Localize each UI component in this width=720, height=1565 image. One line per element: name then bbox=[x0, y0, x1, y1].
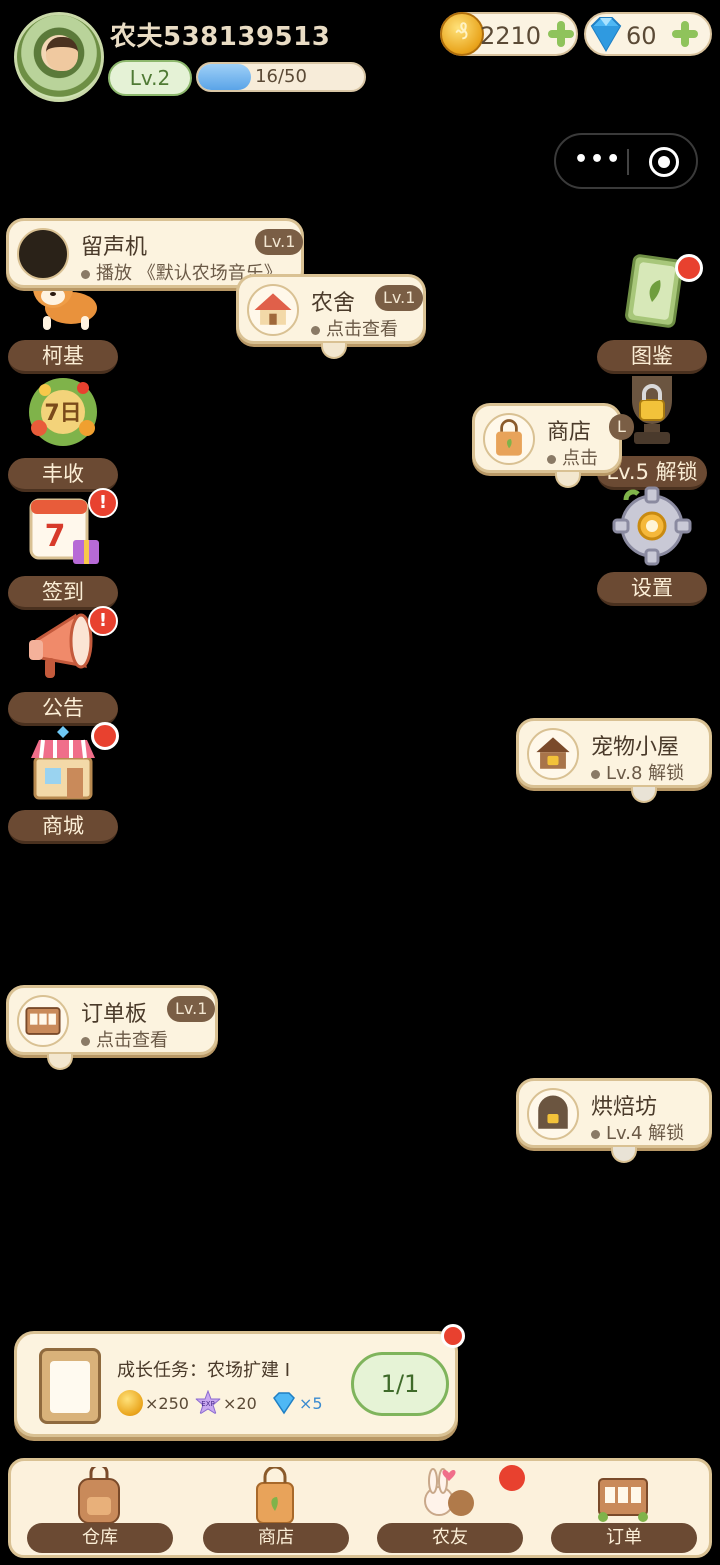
card-level: L bbox=[609, 414, 634, 440]
side-item-checkin[interactable]: 7 ! 签到 bbox=[8, 488, 118, 610]
order-board-icon bbox=[598, 1478, 648, 1522]
side-item-label: 商城 bbox=[8, 810, 118, 844]
nav-label: 仓库 bbox=[27, 1523, 173, 1553]
exp-star-icon: EXP bbox=[195, 1390, 221, 1416]
card-pet-house[interactable]: 宠物小屋 Lv.8 解锁 bbox=[516, 718, 712, 803]
card-level: Lv.1 bbox=[167, 996, 216, 1022]
card-pin bbox=[321, 343, 347, 359]
card-pin bbox=[47, 1054, 73, 1070]
backpack-icon bbox=[78, 1467, 120, 1524]
harvest-wreath-icon: 7日 bbox=[29, 378, 97, 446]
growth-task-card[interactable]: 成长任务：农场扩建 I ×250 EXP ×20 ×5 1/1 bbox=[14, 1324, 465, 1437]
nav-shop[interactable]: 商店 bbox=[187, 1461, 363, 1561]
card-title: 烘焙坊 bbox=[591, 1095, 658, 1120]
capsule-divider bbox=[627, 149, 629, 175]
card-level: Lv.1 bbox=[375, 285, 424, 311]
xp-progress-text: 16/50 bbox=[255, 66, 307, 87]
side-item-label: 柯基 bbox=[8, 340, 118, 374]
card-title: 商店 bbox=[547, 420, 592, 445]
locked-house-icon bbox=[527, 728, 579, 780]
card-pin bbox=[555, 472, 581, 488]
task-progress-button[interactable]: 1/1 bbox=[351, 1352, 449, 1416]
notification-dot bbox=[499, 1465, 525, 1491]
coin-value: 2210 bbox=[480, 22, 542, 50]
side-item-settings[interactable]: 设置 bbox=[597, 486, 707, 606]
card-title: 宠物小屋 bbox=[591, 735, 680, 760]
card-shop[interactable]: 商店 L 点击 bbox=[472, 403, 634, 488]
coin-counter: 2210 bbox=[440, 12, 578, 56]
card-title: 订单板 bbox=[81, 1002, 148, 1027]
card-subtitle: Lv.8 解锁 bbox=[591, 759, 684, 785]
nav-orders[interactable]: 订单 bbox=[535, 1461, 711, 1561]
notification-badge: ! bbox=[88, 606, 118, 636]
card-bakery[interactable]: 烘焙坊 Lv.4 解锁 bbox=[516, 1078, 712, 1163]
gramophone-icon bbox=[17, 228, 69, 280]
card-farmhouse[interactable]: 农舍 Lv.1 点击查看 bbox=[236, 274, 426, 359]
shopping-bag-icon bbox=[256, 1467, 294, 1524]
svg-text:7日: 7日 bbox=[44, 401, 81, 426]
nav-label: 订单 bbox=[551, 1523, 697, 1553]
task-title: 成长任务：农场扩建 I bbox=[117, 1360, 291, 1381]
level-badge: Lv.2 bbox=[108, 60, 192, 96]
friends-icon bbox=[424, 1468, 474, 1516]
add-coins-button[interactable] bbox=[546, 19, 576, 49]
side-item-announcement[interactable]: ! 公告 bbox=[8, 606, 118, 726]
nav-friends[interactable]: 农友 bbox=[361, 1461, 537, 1561]
nav-label: 农友 bbox=[377, 1523, 523, 1553]
svg-text:EXP: EXP bbox=[201, 1400, 214, 1408]
side-item-mall[interactable]: 商城 bbox=[8, 722, 119, 844]
diamond-icon bbox=[273, 1392, 295, 1415]
card-subtitle: 点击 bbox=[547, 444, 598, 470]
locked-bakery-icon bbox=[527, 1088, 579, 1140]
notification-dot bbox=[441, 1324, 465, 1348]
card-pin bbox=[631, 787, 657, 803]
notification-dot bbox=[91, 722, 119, 750]
card-subtitle: 点击查看 bbox=[81, 1026, 168, 1052]
nav-warehouse[interactable]: 仓库 bbox=[11, 1461, 187, 1561]
side-item-collection[interactable]: 图鉴 bbox=[597, 254, 707, 374]
gear-icon bbox=[612, 486, 692, 566]
xp-progress-bar: 16/50 bbox=[196, 62, 366, 92]
notification-dot bbox=[675, 254, 703, 282]
card-order-board[interactable]: 订单板 Lv.1 点击查看 bbox=[6, 985, 218, 1070]
shopping-bag-icon bbox=[483, 413, 535, 465]
side-item-label: 签到 bbox=[8, 576, 118, 610]
card-title: 留声机 bbox=[81, 235, 148, 260]
avatar[interactable] bbox=[14, 12, 104, 102]
side-item-label: 公告 bbox=[8, 692, 118, 726]
side-item-label: 设置 bbox=[597, 572, 707, 606]
close-miniprogram-icon[interactable] bbox=[649, 147, 679, 177]
card-subtitle: Lv.4 解锁 bbox=[591, 1119, 684, 1145]
username: 农夫538139513 bbox=[110, 22, 331, 52]
notification-badge: ! bbox=[88, 488, 118, 518]
coin-icon bbox=[117, 1390, 143, 1416]
card-subtitle: 点击查看 bbox=[311, 315, 398, 341]
clipboard-icon bbox=[39, 1348, 101, 1424]
add-gems-button[interactable] bbox=[670, 19, 700, 49]
bottom-nav: 仓库 商店 农友 订单 bbox=[8, 1458, 712, 1558]
gem-value: 60 bbox=[626, 22, 657, 50]
diamond-icon bbox=[590, 17, 622, 52]
card-title: 农舍 bbox=[311, 291, 356, 316]
coin-icon bbox=[440, 12, 484, 56]
svg-text:7: 7 bbox=[45, 519, 66, 554]
side-item-harvest[interactable]: 7日 丰收 bbox=[8, 372, 118, 492]
side-item-label: 图鉴 bbox=[597, 340, 707, 374]
side-item-label: 丰收 bbox=[8, 458, 118, 492]
order-board-icon bbox=[17, 995, 69, 1047]
nav-label: 商店 bbox=[203, 1523, 349, 1553]
farmhouse-icon bbox=[247, 284, 299, 336]
miniprogram-capsule: ••• bbox=[554, 133, 698, 189]
card-level: Lv.1 bbox=[255, 229, 304, 255]
more-icon[interactable]: ••• bbox=[574, 147, 620, 172]
gem-counter: 60 bbox=[584, 12, 712, 56]
card-pin bbox=[611, 1147, 637, 1163]
farmer-face-icon bbox=[46, 37, 78, 71]
